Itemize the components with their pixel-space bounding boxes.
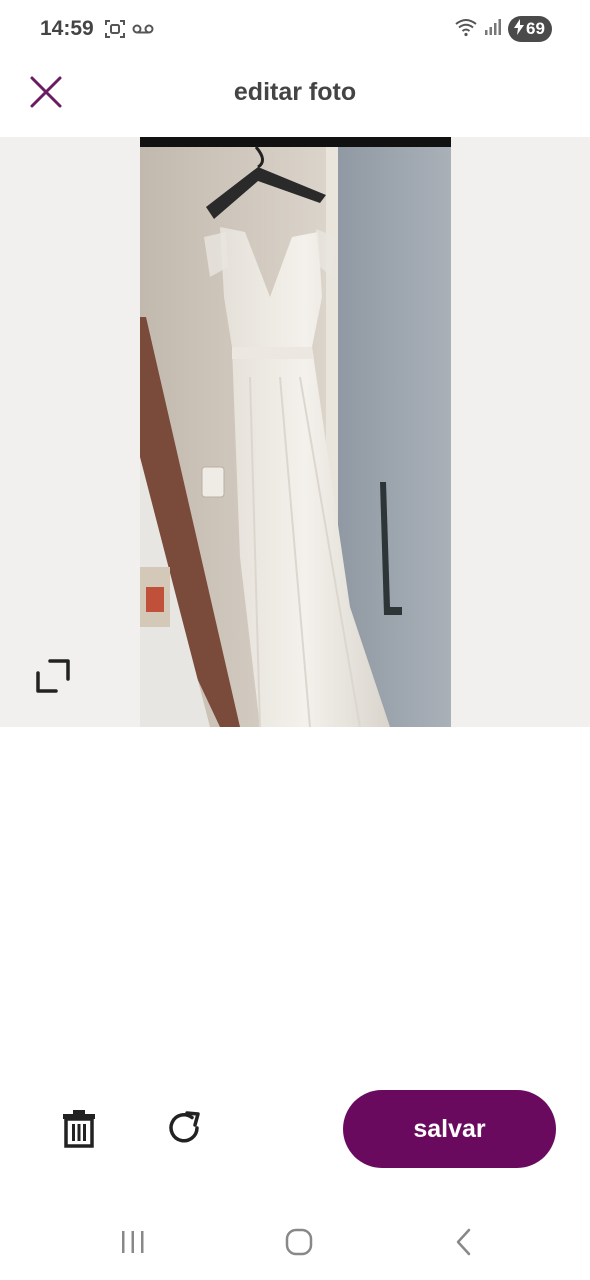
header: editar foto	[0, 60, 590, 136]
signal-icon	[484, 18, 502, 41]
battery-indicator: 69	[508, 16, 552, 42]
photo-preview[interactable]	[140, 137, 451, 727]
home-button[interactable]	[279, 1224, 319, 1264]
page-title: editar foto	[233, 78, 357, 106]
status-right-icons: 69	[454, 16, 552, 42]
recents-button[interactable]	[113, 1224, 153, 1264]
status-time: 14:59	[40, 17, 94, 40]
save-button[interactable]: salvar	[343, 1090, 556, 1168]
screen-record-icon	[104, 18, 126, 45]
expand-icon	[34, 659, 72, 699]
edit-toolbar: salvar	[0, 1088, 590, 1172]
photo-editor-canvas[interactable]	[0, 137, 590, 727]
battery-level: 69	[526, 19, 545, 38]
status-bar: 14:59 69	[0, 0, 590, 60]
status-left-icons	[104, 18, 154, 45]
delete-button[interactable]	[55, 1106, 103, 1154]
system-nav-bar	[0, 1210, 590, 1280]
recents-icon	[119, 1229, 147, 1260]
back-icon	[452, 1227, 476, 1262]
charging-icon	[514, 18, 524, 40]
home-icon	[284, 1227, 314, 1262]
back-button[interactable]	[444, 1224, 484, 1264]
rotate-button[interactable]	[160, 1106, 208, 1154]
wifi-icon	[454, 17, 478, 42]
crop-expand-button[interactable]	[34, 657, 72, 695]
trash-icon	[62, 1108, 96, 1153]
voicemail-icon	[132, 22, 154, 41]
rotate-icon	[164, 1108, 204, 1153]
